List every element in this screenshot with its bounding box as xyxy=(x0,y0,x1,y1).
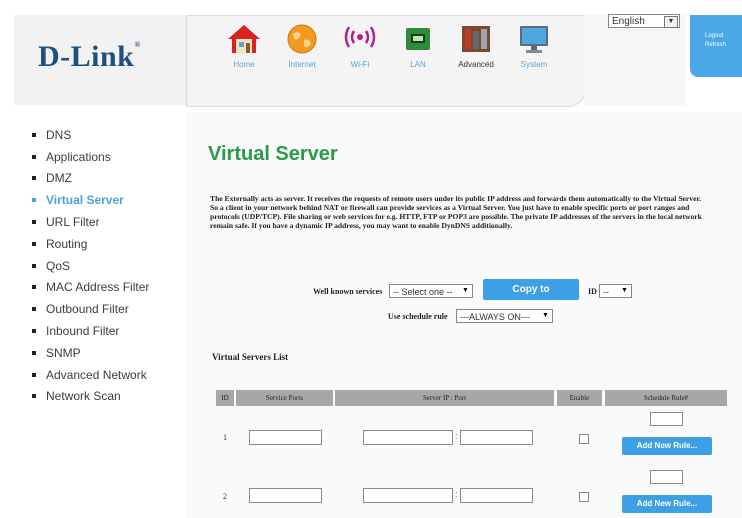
bullet-icon xyxy=(32,241,36,246)
bullet-icon xyxy=(32,394,36,399)
session-panel: Logout Refresh xyxy=(690,15,742,77)
computer-icon xyxy=(517,22,551,56)
sidebar-item-virtual-server[interactable]: Virtual Server xyxy=(32,189,182,211)
sidebar-item-applications[interactable]: Applications xyxy=(32,146,182,168)
row-id: 2 xyxy=(223,492,227,501)
chevron-down-icon: ▼ xyxy=(462,287,469,294)
bullet-icon xyxy=(32,350,36,355)
nav-internet[interactable]: Internet xyxy=(273,22,331,69)
advanced-settings-icon xyxy=(459,22,493,56)
sidebar-item-network-scan[interactable]: Network Scan xyxy=(32,386,182,408)
column-header-schedule-rule: Schedule Rule# xyxy=(605,390,727,406)
page-description: The Externally acts as server. It receiv… xyxy=(210,194,702,230)
sidebar-item-inbound-filter[interactable]: Inbound Filter xyxy=(32,320,182,342)
column-header-server-ip-port: Server IP : Port xyxy=(335,390,554,406)
bullet-icon xyxy=(32,372,36,377)
bullet-icon xyxy=(32,154,36,159)
bullet-icon xyxy=(32,176,36,181)
server-ip-input[interactable] xyxy=(363,430,453,445)
add-new-rule-button[interactable]: Add New Rule... xyxy=(622,437,712,455)
dlink-logo: D-Link® xyxy=(38,40,141,73)
server-ip-input[interactable] xyxy=(363,488,453,503)
well-known-services-select[interactable]: -- Select one -- ▼ xyxy=(389,284,473,298)
column-header-id: ID xyxy=(216,390,234,406)
logout-link[interactable]: Logout xyxy=(705,32,742,41)
row-id: 1 xyxy=(223,433,227,442)
ip-port-separator: : xyxy=(455,431,458,441)
id-label: ID xyxy=(588,287,597,296)
bullet-icon xyxy=(32,285,36,290)
language-select[interactable]: English ▼ xyxy=(608,14,680,28)
chevron-down-icon: ▼ xyxy=(621,287,628,294)
sidebar-item-mac-address-filter[interactable]: MAC Address Filter xyxy=(32,277,182,299)
nav-advanced[interactable]: Advanced xyxy=(447,22,505,69)
bullet-icon xyxy=(32,329,36,334)
bullet-icon xyxy=(32,220,36,225)
bullet-icon xyxy=(32,132,36,137)
copy-to-button[interactable]: Copy to xyxy=(483,279,579,300)
column-header-service-ports: Service Ports xyxy=(236,390,333,406)
main-nav: Home Internet Wi-Fi LAN Advanced System xyxy=(186,15,586,107)
sidebar-menu: DNS Applications DMZ Virtual Server URL … xyxy=(32,124,182,407)
bullet-icon xyxy=(32,307,36,312)
server-port-input[interactable] xyxy=(460,430,533,445)
nav-system[interactable]: System xyxy=(505,22,563,69)
bullet-icon xyxy=(32,198,36,203)
sidebar-item-url-filter[interactable]: URL Filter xyxy=(32,211,182,233)
sidebar-item-dmz[interactable]: DMZ xyxy=(32,168,182,190)
home-icon xyxy=(227,22,261,56)
sidebar-item-snmp[interactable]: SNMP xyxy=(32,342,182,364)
chevron-down-icon: ▼ xyxy=(664,16,678,28)
sidebar-item-dns[interactable]: DNS xyxy=(32,124,182,146)
schedule-rule-input[interactable] xyxy=(650,412,683,426)
sidebar-item-routing[interactable]: Routing xyxy=(32,233,182,255)
enable-checkbox[interactable] xyxy=(579,434,589,444)
column-header-enable: Enable xyxy=(557,390,602,406)
sidebar-item-advanced-network[interactable]: Advanced Network xyxy=(32,364,182,386)
chevron-down-icon: ▼ xyxy=(542,312,549,319)
well-known-services-label: Well known services xyxy=(313,287,383,296)
schedule-rule-label: Use schedule rule xyxy=(388,312,448,321)
enable-checkbox[interactable] xyxy=(579,492,589,502)
nav-wifi[interactable]: Wi-Fi xyxy=(331,22,389,69)
globe-icon xyxy=(285,22,319,56)
service-ports-input[interactable] xyxy=(249,430,322,445)
id-select[interactable]: -- ▼ xyxy=(599,284,632,298)
sidebar-item-outbound-filter[interactable]: Outbound Filter xyxy=(32,298,182,320)
sidebar-item-qos[interactable]: QoS xyxy=(32,255,182,277)
add-new-rule-button[interactable]: Add New Rule... xyxy=(622,495,712,513)
lan-icon xyxy=(401,22,435,56)
page-title: Virtual Server xyxy=(208,143,338,165)
nav-lan[interactable]: LAN xyxy=(389,22,447,69)
ip-port-separator: : xyxy=(455,489,458,499)
server-port-input[interactable] xyxy=(460,488,533,503)
bullet-icon xyxy=(32,263,36,268)
service-ports-input[interactable] xyxy=(249,488,322,503)
schedule-rule-select[interactable]: ---ALWAYS ON--- ▼ xyxy=(456,309,553,323)
wifi-icon xyxy=(343,22,377,56)
refresh-link[interactable]: Refresh xyxy=(705,41,742,50)
schedule-rule-input[interactable] xyxy=(650,470,683,484)
virtual-servers-list-title: Virtual Servers List xyxy=(212,352,289,362)
nav-home[interactable]: Home xyxy=(215,22,273,69)
